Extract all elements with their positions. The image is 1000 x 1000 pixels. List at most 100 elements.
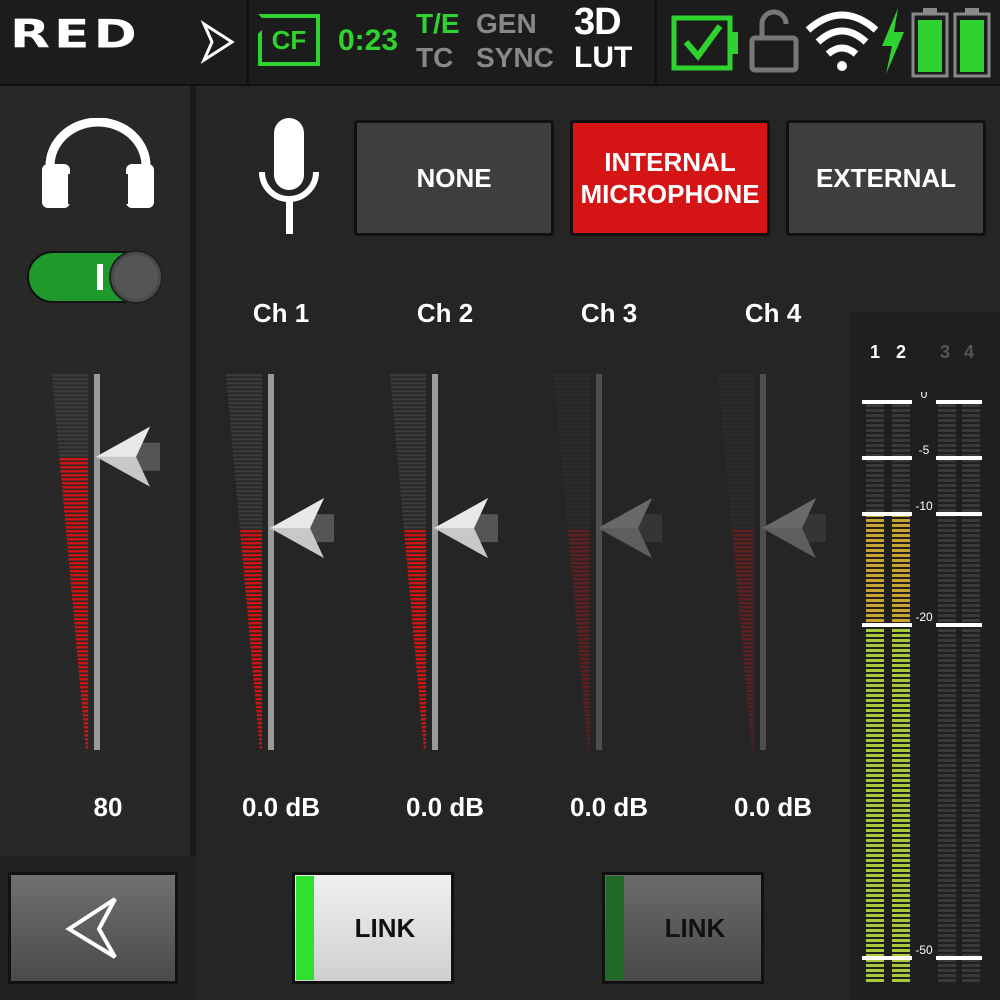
fader-level-bar: [63, 502, 88, 505]
meter-segment: [962, 474, 980, 477]
back-button[interactable]: [8, 872, 178, 984]
fader-level-bar: [563, 482, 590, 485]
fader-level-bar: [572, 574, 590, 577]
fader-level-bar: [560, 442, 590, 445]
fader-level-bar: [564, 490, 590, 493]
fader-level-bar: [399, 478, 426, 481]
meter-segment: [962, 549, 980, 552]
meter-segment: [938, 779, 956, 782]
meter-segment: [866, 494, 884, 497]
fader-level-bar: [408, 578, 426, 581]
link-ch3-ch4-button[interactable]: LINK: [602, 872, 764, 984]
fader-level-bar: [254, 686, 262, 689]
meter-segment: [962, 939, 980, 942]
meter-segment: [962, 854, 980, 857]
meter-segment: [962, 894, 980, 897]
fader-level-bar: [740, 618, 754, 621]
meter-segment: [866, 589, 884, 592]
fader-level-bar: [557, 414, 590, 417]
meter-segment: [866, 749, 884, 752]
headphone-volume-slider[interactable]: [40, 370, 180, 754]
fader-level-bar: [404, 530, 426, 533]
fader-level-bar: [568, 530, 590, 533]
meter-segment: [866, 734, 884, 737]
meter-segment: [866, 819, 884, 822]
meter-scale-label: -20: [915, 610, 933, 624]
fader-level-bar: [59, 458, 88, 461]
fader-level-bar: [254, 694, 262, 697]
meter-segment: [962, 694, 980, 697]
meter-scale-tick: [936, 456, 982, 460]
fader-level-bar: [230, 426, 262, 429]
fader-level-bar: [239, 526, 262, 529]
fader-level-bar: [239, 518, 262, 521]
fader-level-bar: [729, 506, 754, 509]
fader-level-bar: [251, 658, 262, 661]
fader-level-bar: [84, 738, 88, 741]
meter-segment: [866, 754, 884, 757]
channel-4-gain-slider[interactable]: [706, 370, 846, 754]
meter-segment: [938, 774, 956, 777]
channel-2-label: Ch 2: [416, 298, 474, 328]
fader-level-bar: [421, 722, 426, 725]
meter-segment: [866, 969, 884, 972]
link-ch1-ch2-button[interactable]: LINK: [292, 872, 454, 984]
meter-segment: [962, 619, 980, 622]
fader-level-bar: [72, 606, 88, 609]
fader-level-bar: [402, 510, 426, 513]
fader-level-bar: [569, 550, 590, 553]
channel-1-gain-slider[interactable]: [214, 370, 354, 754]
meter-segment: [962, 529, 980, 532]
fader-level-bar: [559, 430, 590, 433]
meter-segment: [938, 744, 956, 747]
input-internal-microphone-button[interactable]: INTERNAL MICROPHONE: [570, 120, 770, 236]
meter-segment: [892, 684, 910, 687]
meter-scale-label: 0: [921, 392, 928, 401]
meter-segment: [938, 589, 956, 592]
input-none-button[interactable]: NONE: [354, 120, 554, 236]
meter-segment: [866, 499, 884, 502]
fader-level-bar: [71, 590, 88, 593]
fader-level-bar: [580, 666, 590, 669]
fader-level-bar: [421, 726, 426, 729]
fader-level-bar: [61, 482, 88, 485]
fader-level-bar: [736, 582, 754, 585]
meter-segment: [892, 704, 910, 707]
meter-segment: [866, 934, 884, 937]
meter-segment: [892, 464, 910, 467]
meter-segment: [892, 924, 910, 927]
fader-level-bar: [572, 582, 590, 585]
headphone-toggle[interactable]: [26, 250, 166, 304]
fader-level-bar: [392, 406, 426, 409]
meter-segment: [892, 474, 910, 477]
tc-indicator: TC: [416, 42, 454, 73]
fader-level-bar: [570, 554, 590, 557]
meter-segment: [962, 759, 980, 762]
fader-level-bar: [582, 690, 590, 693]
fader-thumb: [434, 498, 498, 559]
meter-segment: [962, 689, 980, 692]
channel-3-gain-slider[interactable]: [542, 370, 682, 754]
meter-segment: [866, 854, 884, 857]
meter-segment: [866, 674, 884, 677]
fader-level-bar: [71, 594, 88, 597]
meter-segment: [962, 419, 980, 422]
meter-segment: [892, 519, 910, 522]
meter-segment: [962, 599, 980, 602]
meter-segment: [938, 519, 956, 522]
fader-level-bar: [62, 494, 88, 497]
fader-level-bar: [556, 398, 590, 401]
meter-segment: [866, 939, 884, 942]
fader-level-bar: [417, 674, 426, 677]
fader-level-bar: [416, 662, 426, 665]
meter-segment: [866, 864, 884, 867]
channel-2-gain-slider[interactable]: [378, 370, 518, 754]
status-bar: RED CF 0:23 T/E TC GEN SYNC 3D LUT: [0, 0, 1000, 86]
input-external-button[interactable]: EXTERNAL: [786, 120, 986, 236]
fader-level-bar: [587, 742, 590, 745]
meter-segment: [962, 639, 980, 642]
meter-segment: [892, 664, 910, 667]
fader-level-bar: [574, 606, 590, 609]
meter-segment: [938, 834, 956, 837]
fader-level-bar: [723, 430, 754, 433]
